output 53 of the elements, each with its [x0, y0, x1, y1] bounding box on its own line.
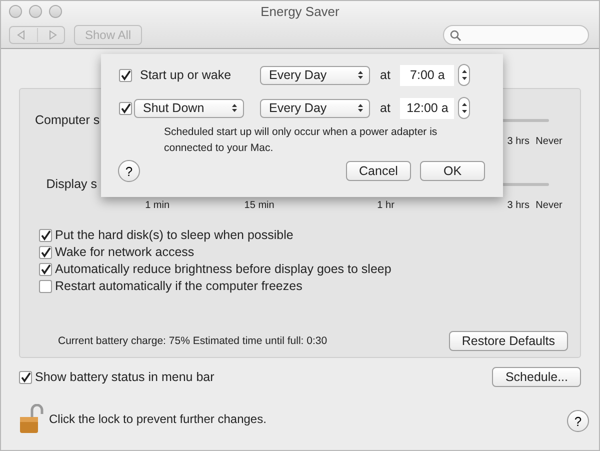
time-stepper[interactable]: [458, 64, 470, 86]
tick-label: 1 min: [145, 200, 170, 211]
up-down-arrows-icon: [231, 103, 238, 113]
repeat-popup[interactable]: Every Day: [260, 98, 370, 118]
tick-label: 3 hrs: [507, 200, 530, 211]
slider-label: Display s: [45, 177, 97, 191]
window-title: Energy Saver: [260, 3, 340, 19]
tick-label: Never: [536, 136, 562, 147]
time-field[interactable]: 12:00 a: [400, 98, 454, 118]
battery-status-text: Current battery charge: 75% Estimated time until full: 0:30: [58, 335, 328, 347]
zoom-button[interactable]: [49, 5, 62, 18]
at-label: at: [380, 101, 390, 115]
up-down-arrows-icon: [357, 70, 364, 80]
tick-label: 3 hrs: [507, 136, 530, 147]
search-icon: [450, 30, 461, 40]
checkbox[interactable]: [39, 228, 52, 242]
repeat-popup[interactable]: Every Day: [260, 66, 370, 84]
slider-label: Computer s: [35, 113, 97, 127]
action-label: Start up or wake: [140, 68, 232, 82]
tick-label: 1 hr: [377, 200, 394, 211]
action-popup[interactable]: Shut Down: [134, 98, 244, 118]
tick-label: Never: [536, 200, 562, 211]
checkbox[interactable]: [39, 246, 52, 258]
schedule-note: Scheduled start up will only occur when a power adapter is connected to your Mac.: [163, 125, 438, 156]
cancel-button[interactable]: Cancel: [346, 161, 411, 181]
search-field[interactable]: [443, 25, 589, 45]
checkbox[interactable]: [39, 280, 52, 292]
tick-label: 15 min: [244, 200, 274, 211]
time-stepper[interactable]: [458, 97, 470, 119]
checkbox-label: Show battery status in menu bar: [35, 370, 214, 384]
help-button[interactable]: ?: [567, 410, 589, 432]
help-button[interactable]: ?: [118, 160, 140, 182]
checkbox-label: Put the hard disk(s) to sleep when possible: [55, 228, 294, 242]
back-icon[interactable]: [16, 30, 26, 40]
minimize-button[interactable]: [29, 5, 42, 18]
checkbox-label: Automatically reduce brightness before display goes to sleep: [55, 262, 392, 276]
checkbox[interactable]: [119, 68, 132, 82]
forward-icon[interactable]: [48, 30, 58, 40]
checkbox[interactable]: [39, 262, 52, 276]
padlock-icon[interactable]: [19, 404, 45, 434]
schedule-button[interactable]: Schedule...: [492, 367, 581, 387]
time-field[interactable]: 7:00 a: [400, 64, 454, 86]
ok-button[interactable]: OK: [420, 161, 485, 181]
lock-message: Click the lock to prevent further changes.: [49, 412, 266, 426]
checkbox-label: Wake for network access: [55, 245, 194, 259]
checkbox[interactable]: [19, 370, 32, 384]
at-label: at: [380, 68, 390, 82]
close-button[interactable]: [9, 5, 22, 18]
checkbox-label: Restart automatically if the computer freezes: [55, 279, 302, 293]
checkbox[interactable]: [119, 102, 132, 114]
back-forward-control[interactable]: [9, 26, 65, 44]
up-down-arrows-icon: [357, 103, 364, 113]
restore-defaults-button[interactable]: Restore Defaults: [448, 331, 568, 351]
